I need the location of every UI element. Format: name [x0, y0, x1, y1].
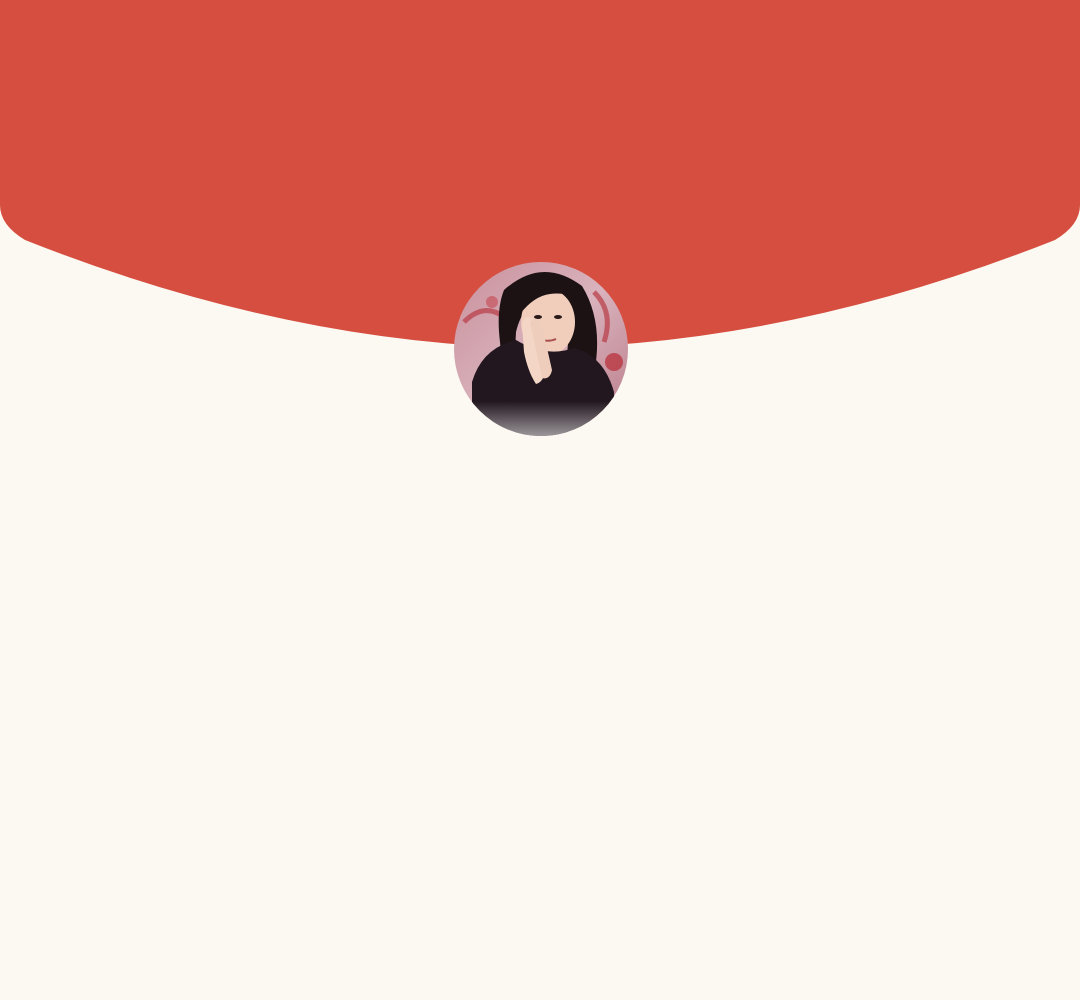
user-photo-avatar-icon	[454, 262, 628, 436]
profile-avatar[interactable]	[454, 262, 628, 436]
profile-page	[0, 0, 1080, 1000]
